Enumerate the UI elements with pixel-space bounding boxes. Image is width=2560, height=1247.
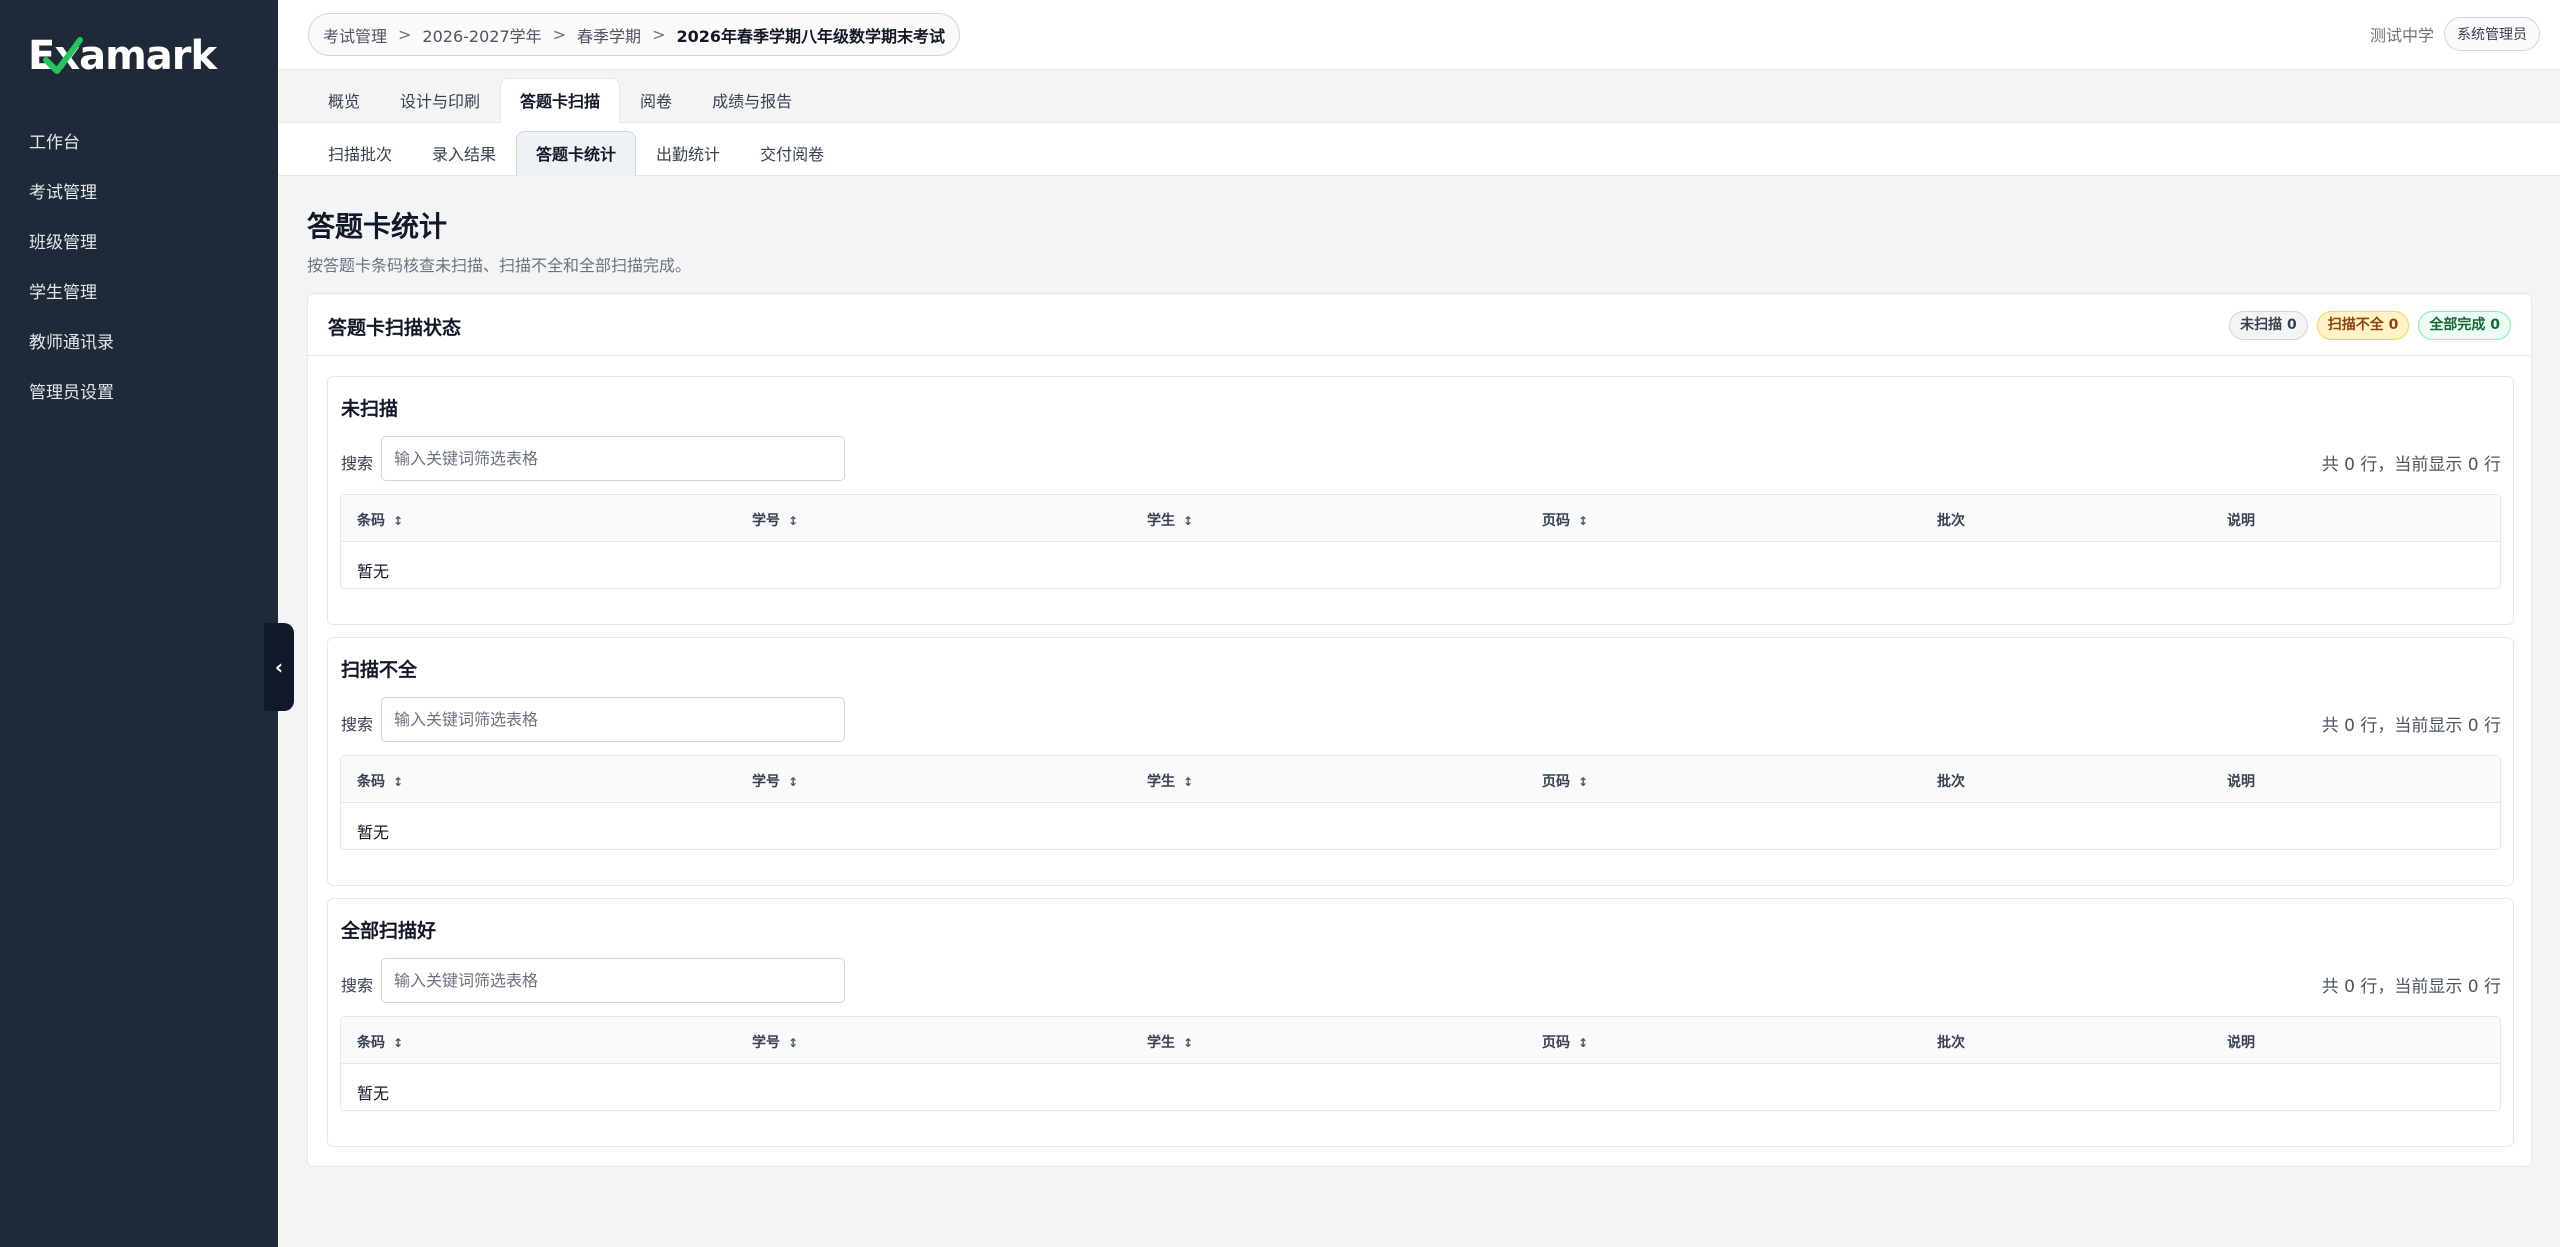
- tab-answer-sheet-scan[interactable]: 答题卡扫描: [500, 78, 621, 123]
- status-badge-complete: 全部完成 0: [2418, 311, 2511, 340]
- column-header-page[interactable]: 页码 ↕: [1542, 1032, 1588, 1052]
- section-unscanned: 未扫描 搜索 共 0 行，当前显示 0 行 条码↕ 学号↕ 学生↕ 页码↕ 批次…: [327, 376, 2514, 625]
- sidebar-collapse-button[interactable]: ‹: [264, 623, 294, 711]
- sort-icon: ↕: [1183, 1036, 1194, 1050]
- column-header-note: 说明: [2227, 513, 2255, 529]
- column-header-student-id[interactable]: 学号 ↕: [752, 1032, 798, 1052]
- row-count: 共 0 行，当前显示 0 行: [2321, 455, 2501, 475]
- section-complete: 全部扫描好 搜索 共 0 行，当前显示 0 行 条码↕ 学号↕ 学生↕ 页码↕ …: [327, 898, 2514, 1147]
- column-header-barcode[interactable]: 条码 ↕: [357, 1032, 403, 1052]
- column-header-page[interactable]: 页码 ↕: [1542, 771, 1588, 791]
- tab-design-print[interactable]: 设计与印刷: [380, 78, 500, 123]
- row-count: 共 0 行，当前显示 0 行: [2321, 977, 2501, 997]
- scan-status-card: 答题卡扫描状态 未扫描 0 扫描不全 0 全部完成 0 未扫描 搜索 共 0 行…: [307, 293, 2532, 1167]
- school-name: 测试中学: [2369, 26, 2434, 45]
- tab-answer-sheet-stats[interactable]: 答题卡统计: [516, 131, 637, 176]
- empty-state: 暂无: [357, 562, 390, 581]
- tab-scores-reports[interactable]: 成绩与报告: [692, 78, 812, 123]
- section-title: 扫描不全: [341, 659, 418, 681]
- top-bar: 考试管理 > 2026-2027学年 > 春季学期 > 2026年春季学期八年级…: [278, 0, 2560, 70]
- tab-overview[interactable]: 概览: [308, 78, 380, 123]
- user-area: 测试中学 系统管理员: [2370, 16, 2540, 52]
- tab-scan-batches[interactable]: 扫描批次: [308, 131, 412, 176]
- sidebar-item-admin-settings[interactable]: 管理员设置: [0, 368, 278, 418]
- breadcrumb-item-current-exam: 2026年春季学期八年级数学期末考试: [676, 26, 946, 46]
- row-count: 共 0 行，当前显示 0 行: [2321, 716, 2501, 736]
- secondary-tabs: 扫描批次 录入结果 答题卡统计 出勤统计 交付阅卷: [278, 123, 2560, 176]
- tab-deliver-marking[interactable]: 交付阅卷: [740, 131, 844, 176]
- data-table: 条码 ↕ 学号 ↕ 学生 ↕ 页码 ↕ 批次 说明 暂无: [340, 1016, 2501, 1111]
- breadcrumb-separator: >: [552, 25, 567, 44]
- table-header: 条码 ↕ 学号 ↕ 学生 ↕ 页码 ↕ 批次 说明: [341, 495, 2500, 542]
- sidebar-nav: 工作台 考试管理 班级管理 学生管理 教师通讯录 管理员设置: [0, 118, 278, 418]
- column-header-page[interactable]: 页码 ↕: [1542, 510, 1588, 530]
- column-header-student-id[interactable]: 学号 ↕: [752, 510, 798, 530]
- sort-icon: ↕: [1578, 775, 1589, 789]
- tab-marking[interactable]: 阅卷: [620, 78, 692, 123]
- breadcrumb-item-exams[interactable]: 考试管理: [323, 23, 387, 47]
- sidebar-item-workbench[interactable]: 工作台: [0, 118, 278, 168]
- column-header-note: 说明: [2227, 1035, 2255, 1051]
- tab-entry-results[interactable]: 录入结果: [412, 131, 516, 176]
- section-title: 全部扫描好: [341, 920, 437, 942]
- card-header: 答题卡扫描状态 未扫描 0 扫描不全 0 全部完成 0: [308, 294, 2531, 356]
- table-header: 条码 ↕ 学号 ↕ 学生 ↕ 页码 ↕ 批次 说明: [341, 756, 2500, 803]
- app-logo[interactable]: Examark: [28, 30, 217, 82]
- card-title: 答题卡扫描状态: [328, 317, 462, 339]
- table-header: 条码 ↕ 学号 ↕ 学生 ↕ 页码 ↕ 批次 说明: [341, 1017, 2500, 1064]
- breadcrumb-separator: >: [398, 25, 412, 44]
- column-header-batch: 批次: [1937, 774, 1965, 790]
- sort-icon: ↕: [788, 514, 799, 528]
- column-header-note: 说明: [2227, 774, 2255, 790]
- sort-icon: ↕: [1578, 1036, 1589, 1050]
- sidebar: Examark 工作台 考试管理 班级管理 学生管理 教师通讯录 管理员设置: [0, 0, 278, 1247]
- section-title: 未扫描: [341, 398, 399, 420]
- status-badge-incomplete: 扫描不全 0: [2316, 311, 2410, 340]
- search-input[interactable]: [381, 958, 845, 1003]
- sort-icon: ↕: [393, 775, 404, 789]
- column-header-barcode[interactable]: 条码 ↕: [357, 771, 403, 791]
- data-table: 条码 ↕ 学号 ↕ 学生 ↕ 页码 ↕ 批次 说明 暂无: [340, 755, 2501, 850]
- sort-icon: ↕: [788, 1036, 799, 1050]
- breadcrumb: 考试管理 > 2026-2027学年 > 春季学期 > 2026年春季学期八年级…: [308, 13, 961, 56]
- column-header-student-id[interactable]: 学号 ↕: [752, 771, 798, 791]
- sidebar-item-teachers[interactable]: 教师通讯录: [0, 318, 278, 368]
- search-label: 搜索: [341, 976, 374, 995]
- column-header-student[interactable]: 学生 ↕: [1147, 510, 1193, 530]
- user-role-badge[interactable]: 系统管理员: [2444, 17, 2540, 51]
- breadcrumb-item-term[interactable]: 春季学期: [577, 23, 641, 47]
- column-header-batch: 批次: [1937, 513, 1965, 529]
- search-input[interactable]: [381, 697, 845, 742]
- status-badge-unscanned: 未扫描 0: [2229, 311, 2308, 340]
- sort-icon: ↕: [393, 1036, 404, 1050]
- sort-icon: ↕: [1183, 514, 1194, 528]
- page-title: 答题卡统计: [307, 210, 448, 243]
- sidebar-item-classes[interactable]: 班级管理: [0, 218, 278, 268]
- column-header-barcode[interactable]: 条码 ↕: [357, 510, 403, 530]
- empty-state: 暂无: [357, 1084, 390, 1103]
- sidebar-item-students[interactable]: 学生管理: [0, 268, 278, 318]
- search-input[interactable]: [381, 436, 845, 481]
- column-header-batch: 批次: [1937, 1035, 1965, 1051]
- chevron-left-icon: ‹: [274, 655, 284, 679]
- sidebar-item-exams[interactable]: 考试管理: [0, 168, 278, 218]
- data-table: 条码 ↕ 学号 ↕ 学生 ↕ 页码 ↕ 批次 说明 暂无: [340, 494, 2501, 589]
- section-incomplete: 扫描不全 搜索 共 0 行，当前显示 0 行 条码↕ 学号↕ 学生↕ 页码↕ 批…: [327, 637, 2514, 886]
- column-header-student[interactable]: 学生 ↕: [1147, 1032, 1193, 1052]
- tab-attendance-stats[interactable]: 出勤统计: [636, 131, 740, 176]
- breadcrumb-separator: >: [652, 25, 666, 44]
- checkmark-icon: [43, 37, 83, 74]
- sort-icon: ↕: [1183, 775, 1194, 789]
- page-subtitle: 按答题卡条码核查未扫描、扫描不全和全部扫描完成。: [307, 256, 692, 275]
- empty-state: 暂无: [357, 823, 390, 842]
- search-label: 搜索: [341, 715, 374, 734]
- sort-icon: ↕: [1578, 514, 1589, 528]
- sort-icon: ↕: [393, 514, 404, 528]
- search-label: 搜索: [341, 454, 374, 473]
- sort-icon: ↕: [788, 775, 799, 789]
- primary-tabs: 概览 设计与印刷 答题卡扫描 阅卷 成绩与报告: [278, 70, 2560, 123]
- breadcrumb-item-year[interactable]: 2026-2027学年: [422, 23, 541, 47]
- column-header-student[interactable]: 学生 ↕: [1147, 771, 1193, 791]
- status-badges: 未扫描 0 扫描不全 0 全部完成 0: [2229, 311, 2511, 340]
